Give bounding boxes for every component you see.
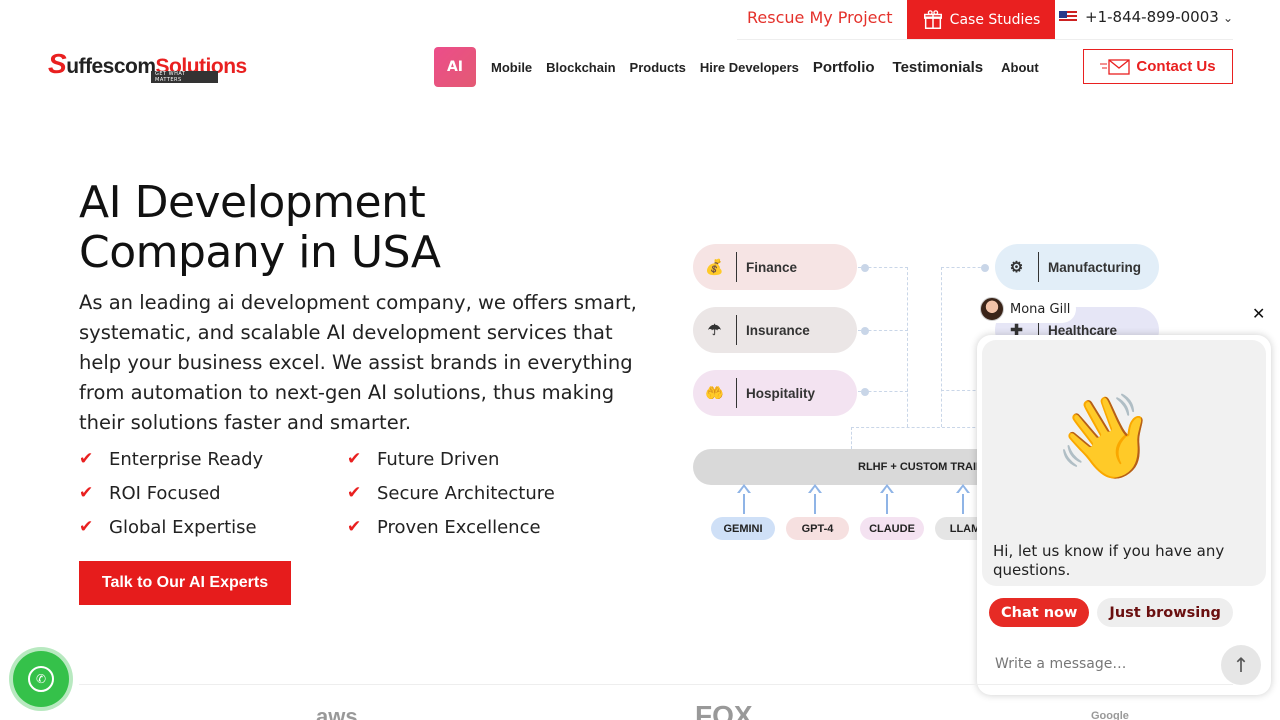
nav-testimonials[interactable]: Testimonials bbox=[893, 59, 984, 76]
title-line-1: AI Development bbox=[79, 177, 426, 228]
arrow-up-icon bbox=[737, 484, 751, 514]
agent-name: Mona Gill bbox=[1010, 301, 1071, 317]
suffescom-logo[interactable]: SuffescomSolutions GET WHAT MATTERS bbox=[48, 48, 247, 83]
avatar bbox=[980, 297, 1004, 321]
chat-message-input[interactable]: Write a message… bbox=[995, 656, 1126, 672]
feature-list: ✔ Enterprise Ready ✔ Future Driven ✔ ROI Fo… bbox=[79, 448, 615, 538]
just-browsing-button[interactable]: Just browsing bbox=[1097, 598, 1233, 627]
model-gemini: GEMINI bbox=[711, 517, 775, 540]
top-divider bbox=[737, 39, 1233, 40]
close-icon[interactable]: ✕ bbox=[1252, 304, 1265, 323]
partner-logo-google: Google bbox=[1091, 710, 1129, 720]
connector-line bbox=[941, 267, 986, 268]
arrow-up-icon bbox=[880, 484, 894, 514]
feature-label: Global Expertise bbox=[109, 516, 257, 538]
chat-welcome-card: 👋 Hi, let us know if you have any questi… bbox=[982, 340, 1266, 586]
title-line-2: Company in USA bbox=[79, 227, 441, 278]
nav-about[interactable]: About bbox=[1001, 60, 1039, 75]
check-icon: ✔ bbox=[79, 483, 94, 503]
talk-to-experts-button[interactable]: Talk to Our AI Experts bbox=[79, 561, 291, 605]
rlhf-training-bar: RLHF + CUSTOM TRAIN bbox=[693, 449, 1023, 485]
phone-selector[interactable]: +1-844-899-0003 bbox=[1059, 8, 1219, 26]
arrow-up-icon bbox=[956, 484, 970, 514]
nav-hire-developers[interactable]: Hire Developers bbox=[700, 60, 799, 75]
industry-finance: 💰 Finance bbox=[693, 244, 857, 290]
contact-us-button[interactable]: Contact Us bbox=[1083, 49, 1233, 84]
chat-agent-badge: Mona Gill bbox=[978, 295, 1077, 323]
partner-logo-fox: FOX bbox=[695, 700, 753, 720]
connector-line bbox=[941, 267, 942, 427]
contact-us-label: Contact Us bbox=[1136, 58, 1216, 75]
check-icon: ✔ bbox=[347, 517, 362, 537]
feature-item: ✔ Secure Architecture bbox=[347, 482, 615, 504]
waving-hand-icon: 👋 bbox=[1054, 390, 1157, 485]
us-flag-icon bbox=[1059, 11, 1077, 23]
industry-manufacturing: ⚙ Manufacturing bbox=[995, 244, 1159, 290]
feature-label: Secure Architecture bbox=[377, 482, 555, 504]
feature-label: Enterprise Ready bbox=[109, 448, 264, 470]
chat-quick-replies: Chat now Just browsing bbox=[989, 598, 1233, 627]
check-icon: ✔ bbox=[79, 449, 94, 469]
hero-description: As an leading ai development company, we… bbox=[79, 291, 637, 434]
insurance-icon: ☂ bbox=[693, 315, 737, 345]
chat-now-button[interactable]: Chat now bbox=[989, 598, 1090, 627]
connector-dot bbox=[981, 264, 989, 272]
arrow-up-icon bbox=[808, 484, 822, 514]
chat-widget: 👋 Hi, let us know if you have any questi… bbox=[977, 335, 1271, 695]
main-nav: AI Mobile Blockchain Products Hire Devel… bbox=[434, 47, 1053, 87]
model-gpt4: GPT-4 bbox=[786, 517, 849, 540]
partner-logo-aws: aws bbox=[316, 704, 358, 720]
rescue-my-project-link[interactable]: Rescue My Project bbox=[747, 8, 893, 27]
hospitality-icon: 🤲 bbox=[693, 378, 737, 408]
industry-label: Hospitality bbox=[746, 385, 816, 401]
whatsapp-icon: ✆ bbox=[28, 666, 54, 692]
industry-insurance: ☂ Insurance bbox=[693, 307, 857, 353]
chevron-down-icon[interactable]: ⌄ bbox=[1223, 11, 1233, 25]
chat-greeting: Hi, let us know if you have any question… bbox=[993, 542, 1225, 579]
phone-number: +1-844-899-0003 bbox=[1085, 8, 1219, 26]
connector-dot bbox=[861, 264, 869, 272]
feature-item: ✔ Proven Excellence bbox=[347, 516, 615, 538]
nav-blockchain[interactable]: Blockchain bbox=[546, 60, 615, 75]
industry-label: Finance bbox=[746, 259, 798, 275]
nav-products[interactable]: Products bbox=[630, 60, 686, 75]
nav-portfolio[interactable]: Portfolio bbox=[813, 59, 875, 76]
nav-mobile[interactable]: Mobile bbox=[491, 60, 532, 75]
industry-hospitality: 🤲 Hospitality bbox=[693, 370, 857, 416]
model-claude: CLAUDE bbox=[860, 517, 924, 540]
industry-label: Insurance bbox=[746, 322, 810, 338]
check-icon: ✔ bbox=[79, 517, 94, 537]
page-title: AI Development Company in USA bbox=[79, 177, 441, 278]
feature-item: ✔ Enterprise Ready bbox=[79, 448, 347, 470]
feature-item: ✔ ROI Focused bbox=[79, 482, 347, 504]
send-arrow-icon[interactable]: ↑ bbox=[1221, 645, 1261, 685]
logo-s: S bbox=[48, 48, 67, 79]
industry-label: Manufacturing bbox=[1048, 259, 1141, 275]
feature-label: Proven Excellence bbox=[377, 516, 541, 538]
check-icon: ✔ bbox=[347, 483, 362, 503]
feature-item: ✔ Global Expertise bbox=[79, 516, 347, 538]
connector-dot bbox=[861, 388, 869, 396]
gift-box-icon bbox=[923, 9, 942, 29]
connector-dot bbox=[861, 327, 869, 335]
check-icon: ✔ bbox=[347, 449, 362, 469]
feature-label: Future Driven bbox=[377, 448, 500, 470]
manufacturing-icon: ⚙ bbox=[995, 252, 1039, 282]
connector-line bbox=[907, 267, 908, 427]
logo-tagline: GET WHAT MATTERS bbox=[151, 71, 218, 83]
logo-uffescom: uffescom bbox=[66, 55, 156, 78]
partner-divider bbox=[79, 684, 1233, 685]
envelope-icon bbox=[1100, 58, 1131, 75]
whatsapp-button[interactable]: ✆ bbox=[13, 651, 69, 707]
case-studies-button[interactable]: Case Studies bbox=[907, 0, 1055, 39]
feature-item: ✔ Future Driven bbox=[347, 448, 615, 470]
case-studies-label: Case Studies bbox=[949, 11, 1041, 28]
finance-icon: 💰 bbox=[693, 252, 737, 282]
nav-ai[interactable]: AI bbox=[434, 47, 476, 87]
feature-label: ROI Focused bbox=[109, 482, 221, 504]
